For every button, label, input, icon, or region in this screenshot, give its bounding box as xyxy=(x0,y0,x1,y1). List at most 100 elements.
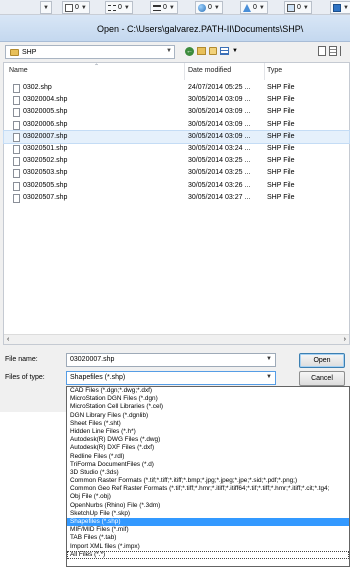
file-type-dropdown-list[interactable]: CAD Files (*.dgn;*.dwg;*.dxf) MicroStatio… xyxy=(66,386,350,567)
file-date-cell: 30/05/2014 03:26 ... xyxy=(188,181,251,189)
current-folder-name: SHP xyxy=(22,48,37,56)
toolbar-value: 0 xyxy=(75,4,79,11)
chevron-down-icon[interactable]: ▼ xyxy=(266,374,272,380)
open-button[interactable]: Open xyxy=(299,353,345,368)
toolbar-priority-dropdown[interactable]: 0 ▼ xyxy=(284,1,312,14)
back-arrow-icon[interactable]: ← xyxy=(185,46,194,56)
file-type-option[interactable]: Redline Files (*.rdl) xyxy=(67,453,349,461)
file-row[interactable]: 03020505.shp 30/05/2014 03:26 ... SHP File xyxy=(4,180,349,192)
dialog-title-bar[interactable]: Open - C:\Users\galvarez.PATH-II\Documen… xyxy=(0,15,350,42)
cancel-button[interactable]: Cancel xyxy=(299,371,345,386)
file-name-cell: 03020507.shp xyxy=(23,193,68,201)
file-type-cell: SHP File xyxy=(267,144,295,152)
file-type-option[interactable]: CAD Files (*.dgn;*.dwg;*.dxf) xyxy=(67,387,349,395)
document-icon[interactable] xyxy=(318,46,326,56)
file-row[interactable]: 03020502.shp 30/05/2014 03:25 ... SHP File xyxy=(4,155,349,167)
file-row[interactable]: 03020507.shp 30/05/2014 03:27 ... SHP File xyxy=(4,192,349,204)
overflow-icon[interactable] xyxy=(340,46,344,56)
up-folder-icon[interactable] xyxy=(197,47,206,55)
background-panel xyxy=(0,412,66,567)
file-type-option[interactable]: MicroStation DGN Files (*.dgn) xyxy=(67,395,349,403)
file-name-cell: 03020004.shp xyxy=(23,96,68,104)
file-date-cell: 30/05/2014 03:25 ... xyxy=(188,169,251,177)
square-icon xyxy=(65,3,73,12)
chevron-down-icon[interactable]: ▼ xyxy=(266,356,272,362)
file-name-cell: 0302.shp xyxy=(23,84,52,91)
scroll-right-icon[interactable]: › xyxy=(344,336,346,343)
scroll-left-icon[interactable]: ‹ xyxy=(7,336,9,343)
right-icons xyxy=(318,46,344,56)
toolbar-weight-dropdown[interactable]: 0 ▼ xyxy=(150,1,178,14)
file-type-option[interactable]: Autodesk(R) DXF Files (*.dxf) xyxy=(67,444,349,452)
file-type-option[interactable]: TriForma DocumentFiles (*.d) xyxy=(67,461,349,469)
checklist-icon[interactable] xyxy=(329,46,337,56)
toolbar-linestyle-dropdown[interactable]: 0 ▼ xyxy=(105,1,133,14)
sort-indicator-icon: ⌃ xyxy=(94,64,100,70)
toolbar-value: 0 xyxy=(163,4,167,11)
triangle-icon xyxy=(243,3,251,12)
file-type-cell: SHP File xyxy=(267,120,295,128)
dashed-line-icon xyxy=(108,4,116,11)
horizontal-scrollbar[interactable]: ‹ › xyxy=(4,334,349,344)
file-row[interactable]: 03020004.shp 30/05/2014 03:09 ... SHP File xyxy=(4,94,349,106)
file-icon xyxy=(13,157,20,167)
column-divider[interactable] xyxy=(184,63,185,80)
file-date-cell: 30/05/2014 03:09 ... xyxy=(188,132,251,140)
file-date-cell: 30/05/2014 03:09 ... xyxy=(188,120,251,128)
file-row[interactable]: 03020006.shp 30/05/2014 03:09 ... SHP File xyxy=(4,119,349,131)
file-type-select[interactable]: Shapefiles (*.shp) ▼ xyxy=(66,371,276,385)
file-type-option[interactable]: Hidden Line Files (*.h*) xyxy=(67,428,349,436)
folder-select[interactable]: SHP ▼ xyxy=(5,45,175,59)
file-row[interactable]: 03020007.shp 30/05/2014 03:09 ... SHP File xyxy=(3,129,350,144)
folder-icon xyxy=(10,48,19,56)
file-row[interactable]: 03020503.shp 30/05/2014 03:25 ... SHP File xyxy=(4,167,349,179)
file-rows: 0302.shp 24/07/2014 05:25 ... SHP File 0302… xyxy=(3,82,350,204)
views-icon[interactable] xyxy=(220,47,229,55)
toolbar-transparency-dropdown[interactable]: 0 ▼ xyxy=(240,1,268,14)
file-type-option[interactable]: OpenNurbs (Rhino) File (*.3dm) xyxy=(67,502,349,510)
file-type-cell: SHP File xyxy=(267,132,295,140)
toolbar-color-dropdown[interactable]: 0 ▼ xyxy=(195,1,223,14)
file-type-cell: SHP File xyxy=(267,84,295,91)
file-type-option[interactable]: 3D Studio (*.3ds) xyxy=(67,469,349,477)
file-row[interactable]: 03020005.shp 30/05/2014 03:09 ... SHP File xyxy=(4,106,349,118)
file-name-cell: 03020005.shp xyxy=(23,108,68,116)
file-row[interactable]: 0302.shp 24/07/2014 05:25 ... SHP File xyxy=(4,82,349,94)
toolbar-value: 0 xyxy=(297,4,301,11)
file-list[interactable]: ⌃ Name Date modified Type 0302.shp 24/07/… xyxy=(3,62,350,345)
file-type-option[interactable]: Common Raster Formats (*.tif;*.tiff;*.it… xyxy=(67,477,349,485)
chevron-down-icon[interactable]: ▼ xyxy=(166,48,172,54)
toolbar-blue-dropdown[interactable]: ▼ xyxy=(330,1,350,14)
file-type-option[interactable]: Sheet Files (*.sht) xyxy=(67,420,349,428)
file-row[interactable]: 03020501.shp 30/05/2014 03:24 ... SHP File xyxy=(4,143,349,155)
file-type-option[interactable]: MicroStation Cell Libraries (*.cel) xyxy=(67,403,349,411)
file-icon xyxy=(13,193,20,203)
chevron-down-icon[interactable]: ▼ xyxy=(232,46,238,56)
file-type-option[interactable]: Autodesk(R) DWG Files (*.dwg) xyxy=(67,436,349,444)
toolbar-value: 0 xyxy=(208,4,212,11)
file-type-option[interactable]: All Files (*.*) xyxy=(67,550,349,559)
toolbar-level-dropdown[interactable]: 0 ▼ xyxy=(62,1,90,14)
column-header-date[interactable]: Date modified xyxy=(188,67,231,74)
file-type-option[interactable]: SketchUp File (*.skp) xyxy=(67,510,349,518)
file-type-option[interactable]: DGN Library Files (*.dgnlib) xyxy=(67,412,349,420)
file-type-option[interactable]: Shapefiles (*.shp) xyxy=(67,518,349,527)
file-type-option[interactable]: TAB Files (*.tab) xyxy=(67,534,349,542)
new-folder-icon[interactable] xyxy=(209,47,217,55)
file-type-option[interactable]: Import XML files (*.impx) xyxy=(67,543,349,551)
file-name-cell: 03020502.shp xyxy=(23,157,68,165)
column-header-type[interactable]: Type xyxy=(267,67,282,74)
file-icon xyxy=(13,108,20,118)
column-divider[interactable] xyxy=(264,63,265,80)
file-name-input[interactable]: 03020007.shp ▼ xyxy=(66,353,276,367)
file-type-option[interactable]: Common Geo Ref Raster Formats (*.tif;*.t… xyxy=(67,485,349,493)
file-type-cell: SHP File xyxy=(267,108,295,116)
top-toolbar: ▼ 0 ▼ 0 ▼ 0 ▼ 0 ▼ 0 ▼ 0 ▼ ▼ xyxy=(0,0,350,15)
file-type-option[interactable]: MIF/MID Files (*.mif) xyxy=(67,526,349,534)
file-date-cell: 30/05/2014 03:25 ... xyxy=(188,157,251,165)
column-header-name[interactable]: Name xyxy=(9,67,28,74)
line-weight-icon xyxy=(153,4,161,11)
toolbar-value: 0 xyxy=(253,4,257,11)
toolbar-dropdown-arrow[interactable]: ▼ xyxy=(40,1,52,14)
file-type-option[interactable]: Obj File (*.obj) xyxy=(67,493,349,501)
